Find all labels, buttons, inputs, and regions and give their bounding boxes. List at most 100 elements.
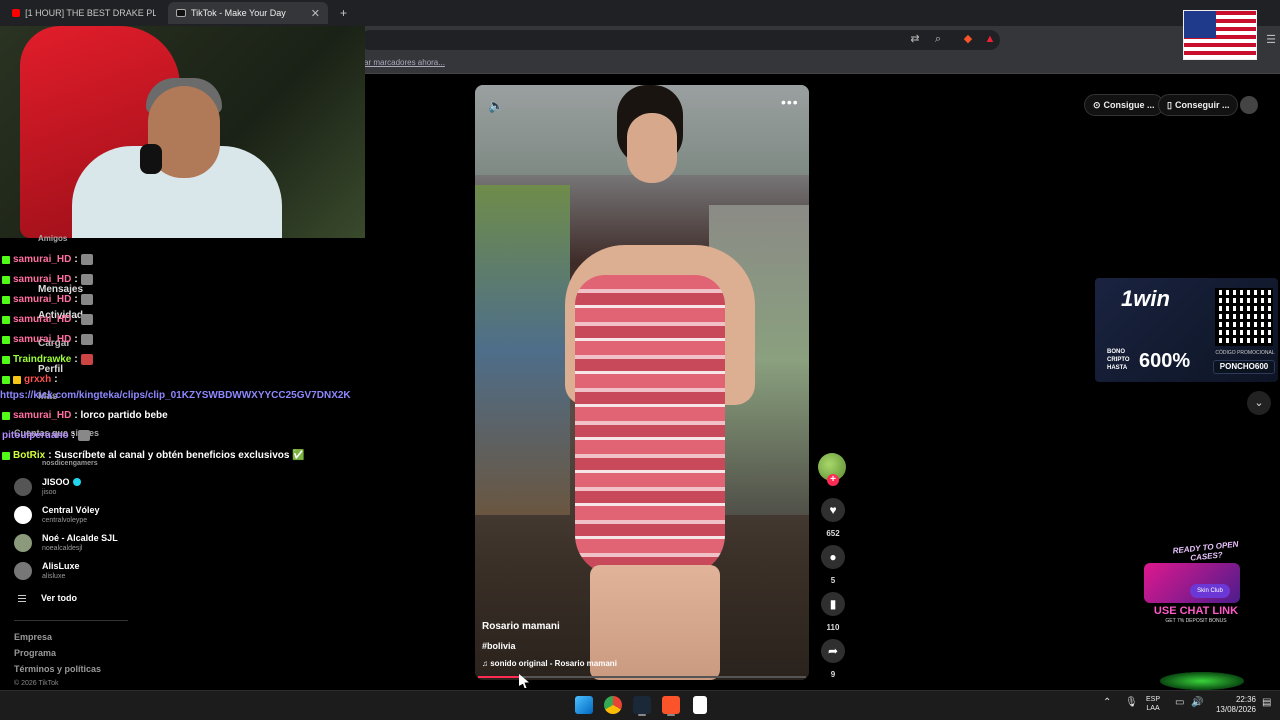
lang-top: ESP bbox=[1146, 696, 1161, 703]
chat-message: samurai_HD : bbox=[2, 334, 93, 345]
volume-tray-icon[interactable]: 🔊 bbox=[1191, 697, 1203, 708]
video-hashtag[interactable]: #bolivia bbox=[482, 641, 516, 651]
sound-name: sonido original - Rosario mamani bbox=[490, 659, 617, 668]
chat-username[interactable]: BotRix bbox=[13, 450, 45, 461]
screen: [1 HOUR] THE BEST DRAKE PLAYLIST TikTok … bbox=[0, 0, 1280, 720]
like-button[interactable]: ♥ bbox=[821, 498, 845, 522]
emote-icon bbox=[80, 314, 93, 325]
comment-button[interactable]: ● bbox=[821, 545, 845, 569]
chat-username[interactable]: pitoulperuano bbox=[2, 430, 69, 441]
chat-clip-link[interactable]: https://kick.com/kingteka/clips/clip_01K… bbox=[0, 390, 351, 401]
close-tab-icon[interactable]: ✕ bbox=[311, 7, 320, 20]
webcam-overlay bbox=[0, 26, 365, 238]
following-handle: nosdicengamers bbox=[42, 460, 98, 467]
comment-icon: ● bbox=[829, 550, 837, 564]
avatar bbox=[14, 477, 32, 496]
account-name: Noé - Alcalde SJL bbox=[42, 533, 118, 543]
video-author[interactable]: Rosario mamani bbox=[482, 621, 560, 632]
following-account-alisluxe[interactable]: AlisLuxe alisluxe bbox=[14, 561, 80, 580]
get-coins-label: Consigue ... bbox=[1103, 100, 1155, 110]
volume-icon[interactable]: 🔈 bbox=[488, 98, 504, 114]
kick-badge-icon bbox=[2, 275, 10, 284]
clock-date: 13/08/2026 bbox=[1215, 705, 1256, 714]
chat-username[interactable]: samurai_HD bbox=[13, 294, 71, 305]
tray-chevron-up-icon[interactable]: ⌃ bbox=[1103, 697, 1111, 708]
skin-club-logo: Skin Club bbox=[1190, 584, 1230, 598]
flag-canton bbox=[1184, 11, 1216, 38]
chat-text: : bbox=[74, 314, 78, 325]
chat-username[interactable]: grxxh bbox=[24, 374, 51, 385]
chat-username[interactable]: samurai_HD bbox=[13, 410, 71, 421]
import-bookmarks-link[interactable]: ar marcadores ahora... bbox=[364, 58, 445, 67]
more-options-icon[interactable]: ••• bbox=[781, 94, 799, 110]
share-icon: ➦ bbox=[827, 644, 839, 658]
nav-friends[interactable]: Amigos bbox=[38, 234, 67, 243]
profile-avatar[interactable] bbox=[1240, 96, 1258, 114]
phone-icon: ▯ bbox=[1167, 99, 1172, 110]
language-indicator[interactable]: ESP LAA bbox=[1146, 695, 1160, 713]
follow-plus-icon[interactable]: + bbox=[827, 474, 839, 486]
emote-icon bbox=[80, 354, 93, 365]
following-account-central-voley[interactable]: Central Vóley centralvoleype bbox=[14, 505, 100, 524]
microphone-icon[interactable]: 🎙 bbox=[1125, 697, 1138, 708]
chat-username[interactable]: samurai_HD bbox=[13, 314, 71, 325]
brave-icon[interactable] bbox=[662, 696, 680, 714]
tiktok-icon bbox=[176, 9, 186, 17]
kick-badge-icon bbox=[2, 355, 10, 364]
footer-link-program[interactable]: Programa bbox=[14, 648, 56, 658]
bookmark-icon: ▮ bbox=[829, 597, 837, 611]
video-player[interactable] bbox=[475, 85, 809, 680]
like-count: 652 bbox=[826, 529, 840, 538]
kick-badge-icon bbox=[2, 295, 10, 304]
footer-link-company[interactable]: Empresa bbox=[14, 632, 52, 642]
notification-icon[interactable]: ▤ bbox=[1262, 697, 1271, 708]
chat-message: grxxh : bbox=[2, 374, 58, 385]
chat-text: : bbox=[54, 374, 58, 385]
tab-tiktok[interactable]: TikTok - Make Your Day ✕ bbox=[168, 2, 328, 24]
cases-sub: GET 7% DEPOSIT BONUS bbox=[1165, 618, 1227, 624]
kick-badge-icon bbox=[2, 315, 10, 324]
1win-ad-overlay: 1win BONO CRIPTO HASTA 600% CÓDIGO PROMO… bbox=[1095, 278, 1278, 382]
chrome-icon[interactable] bbox=[604, 696, 622, 714]
system-clock[interactable]: 22:36 13/08/2026 bbox=[1210, 695, 1256, 715]
get-app-label: Conseguir ... bbox=[1174, 100, 1230, 110]
translate-icon[interactable]: ⇄ bbox=[908, 32, 922, 46]
new-tab-button[interactable]: + bbox=[332, 2, 352, 24]
next-video-chevron-down-icon[interactable]: ⌄ bbox=[1247, 391, 1271, 415]
video-sound[interactable]: ♫ sonido original - Rosario mamani bbox=[482, 659, 617, 668]
chat-username[interactable]: samurai_HD bbox=[13, 334, 71, 345]
chat-username[interactable]: samurai_HD bbox=[13, 254, 71, 265]
emote-icon bbox=[80, 334, 93, 345]
get-coins-button[interactable]: ⊙ Consigue ... bbox=[1084, 94, 1164, 116]
brave-rewards-icon[interactable]: ▲ bbox=[983, 32, 997, 46]
following-account-jisoo[interactable]: JISOO jisoo bbox=[14, 477, 81, 496]
browser-menu-icon[interactable]: ☰ bbox=[1264, 33, 1278, 47]
coins-icon: ⊙ bbox=[1093, 99, 1101, 110]
video-progress-bar[interactable] bbox=[478, 676, 806, 678]
chat-text: : bbox=[74, 254, 78, 265]
get-app-button[interactable]: ▯ Conseguir ... bbox=[1158, 94, 1239, 116]
chat-message: samurai_HD : bbox=[2, 294, 93, 305]
network-icon[interactable]: ▭ bbox=[1175, 697, 1184, 708]
chat-message: pitoulperuano : bbox=[2, 430, 91, 441]
tab-title: TikTok - Make Your Day bbox=[191, 8, 286, 18]
following-account-noe[interactable]: Noé - Alcalde SJL noealcaldesjl bbox=[14, 533, 118, 552]
chat-message: samurai_HD : bbox=[2, 254, 93, 265]
chat-username[interactable]: samurai_HD bbox=[13, 274, 71, 285]
windows-start-icon[interactable] bbox=[575, 696, 593, 714]
see-all-button[interactable]: Ver todo bbox=[18, 593, 77, 603]
zoom-icon[interactable]: ⌕ bbox=[931, 32, 945, 46]
tab-drake-playlist[interactable]: [1 HOUR] THE BEST DRAKE PLAYLIST bbox=[4, 2, 164, 24]
chat-text: : bbox=[74, 334, 78, 345]
save-button[interactable]: ▮ bbox=[821, 592, 845, 616]
share-button[interactable]: ➦ bbox=[821, 639, 845, 663]
chat-username[interactable]: Traindrawke bbox=[13, 354, 71, 365]
brave-shields-icon[interactable]: ◆ bbox=[961, 32, 975, 46]
steam-icon[interactable] bbox=[633, 696, 651, 714]
footer-link-terms[interactable]: Términos y políticas bbox=[14, 664, 101, 674]
ad-promo-code: PONCHO600 bbox=[1213, 360, 1275, 374]
video-progress-fill bbox=[478, 676, 521, 678]
account-name: Central Vóley bbox=[42, 505, 100, 515]
address-bar[interactable] bbox=[360, 30, 1000, 50]
document-icon[interactable] bbox=[693, 696, 707, 714]
